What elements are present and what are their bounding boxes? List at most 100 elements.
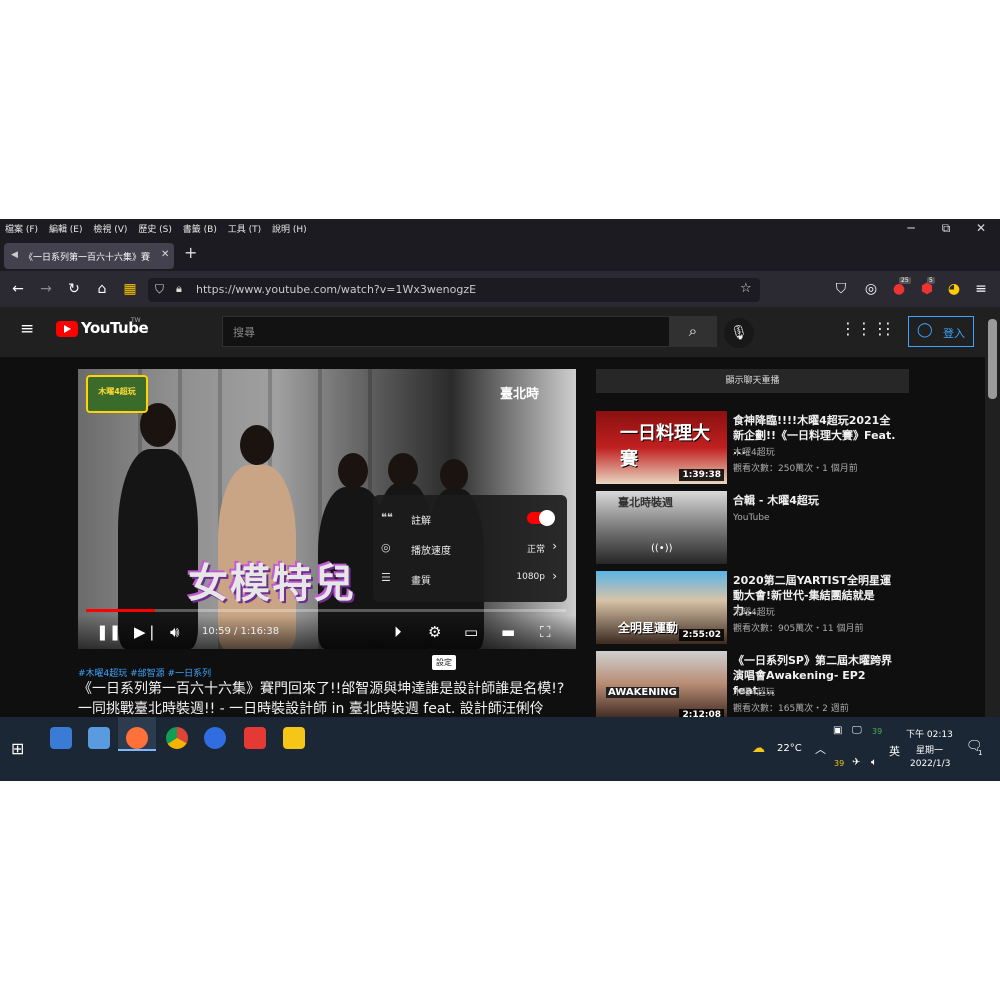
desktop-app-icon[interactable] bbox=[50, 727, 72, 749]
new-tab-button[interactable]: + bbox=[184, 243, 197, 262]
tray-expand-icon[interactable]: ︿ bbox=[815, 741, 826, 757]
menu-bookmarks[interactable]: 書籤 (B) bbox=[178, 219, 220, 235]
close-window-button[interactable]: ✕ bbox=[966, 221, 996, 235]
annotations-toggle[interactable] bbox=[527, 510, 555, 526]
tray-app-icon[interactable]: ▣ bbox=[833, 725, 842, 736]
menu-history[interactable]: 歷史 (S) bbox=[133, 219, 175, 235]
nav-bar: ← → ↻ ⌂ ▦ ⛉ 🔒︎ https://www.youtube.com/w… bbox=[0, 271, 1000, 307]
recommended-video[interactable]: 全明星運動 2:55:02 2020第二屆YARTIST全明星運動大會!新世代-… bbox=[596, 571, 916, 647]
windows-start-icon[interactable]: ⊞ bbox=[11, 739, 24, 758]
extensions-grid-icon[interactable]: ▦ bbox=[121, 281, 139, 297]
weather-temp[interactable]: 22°C bbox=[777, 743, 802, 754]
channel-name: 木曜4超玩 bbox=[733, 688, 775, 698]
search-input[interactable]: 搜尋 bbox=[222, 316, 670, 347]
menu-hamburger-icon[interactable]: ≡ bbox=[972, 281, 990, 297]
red-app-icon[interactable] bbox=[244, 727, 266, 749]
pause-icon[interactable]: ❚❚ bbox=[96, 623, 121, 641]
user-icon: ◯ bbox=[917, 322, 933, 338]
weather-icon[interactable]: ☁ bbox=[752, 741, 765, 756]
ime-indicator[interactable]: 英 bbox=[889, 743, 900, 759]
speaker-icon[interactable]: ◀ bbox=[11, 250, 18, 260]
settings-speed-row[interactable]: ◎ 播放速度 正常 › bbox=[373, 533, 567, 563]
model-head bbox=[338, 453, 368, 489]
mix-radio-icon: ((•)) bbox=[651, 543, 673, 554]
more-options-icon[interactable]: ⋮ bbox=[880, 319, 896, 338]
dictionary-app-icon[interactable] bbox=[204, 727, 226, 749]
voice-search-button[interactable]: 🎙︎ bbox=[724, 318, 754, 348]
next-icon[interactable]: ▶❘ bbox=[134, 623, 158, 641]
settings-quality-row[interactable]: ☰ 畫質 1080p › bbox=[373, 563, 567, 593]
progress-bar[interactable] bbox=[86, 609, 566, 612]
lock-icon[interactable]: 🔒︎ bbox=[176, 282, 182, 296]
recommended-video[interactable]: AWAKENING 2:12:08 《一日系列SP》第二屆木曜跨界演唱會Awak… bbox=[596, 651, 916, 727]
recommended-mix[interactable]: 臺北時裝週 ((•)) 合輯 - 木曜4超玩 YouTube bbox=[596, 491, 916, 567]
clock-date[interactable]: 2022/1/3 bbox=[910, 759, 950, 769]
guide-menu-icon[interactable]: ≡ bbox=[20, 319, 34, 339]
channel-name: YouTube bbox=[733, 513, 770, 523]
video-duration: 1:39:38 bbox=[679, 469, 724, 481]
tab-active[interactable]: ◀ 《一日系列第一百六十六集》賽 ✕ bbox=[4, 243, 174, 269]
clock-weekday[interactable]: 星期一 bbox=[916, 743, 943, 756]
clock-time[interactable]: 下午 02:13 bbox=[906, 727, 953, 740]
speed-label: 播放速度 bbox=[411, 546, 451, 557]
menu-help[interactable]: 說明 (H) bbox=[267, 219, 310, 235]
menu-edit[interactable]: 編輯 (E) bbox=[44, 219, 86, 235]
screen: 檔案 (F) 編輯 (E) 檢視 (V) 歷史 (S) 書籤 (B) 工具 (T… bbox=[0, 219, 1000, 781]
url-bar[interactable]: ⛉ 🔒︎ https://www.youtube.com/watch?v=1Wx… bbox=[148, 278, 760, 302]
firefox-icon[interactable] bbox=[126, 727, 148, 749]
speaker-volume-icon[interactable]: 🔈︎ bbox=[871, 757, 877, 768]
channel-name: 木曜4超玩 bbox=[733, 608, 775, 618]
bookmark-star-icon[interactable]: ☆ bbox=[740, 281, 752, 296]
reload-icon[interactable]: ↻ bbox=[65, 281, 83, 297]
model-head bbox=[388, 453, 418, 487]
chrome-icon[interactable] bbox=[166, 727, 188, 749]
minimize-button[interactable]: ─ bbox=[896, 221, 926, 235]
video-hashtags[interactable]: #木曜4超玩 #邰智源 #一日系列 bbox=[78, 666, 211, 679]
fullscreen-icon[interactable]: ⛶ bbox=[540, 623, 551, 641]
show-chat-replay-button[interactable]: 顯示聊天重播 bbox=[596, 369, 909, 393]
recommended-video[interactable]: 一日料理大賽 1:39:38 食神降臨!!!!木曜4超玩2021全新企劃!!《一… bbox=[596, 411, 916, 487]
computer-app-icon[interactable] bbox=[88, 727, 110, 749]
search-button[interactable]: ⌕ bbox=[669, 316, 717, 347]
windows-taskbar: ⊞ ☁ 22°C ︿ ▣ 🖵︎ 39 39 ✈ 🔈︎ 英 下午 02:13 星期… bbox=[0, 717, 1000, 781]
back-icon[interactable]: ← bbox=[9, 281, 27, 297]
menu-view[interactable]: 檢視 (V) bbox=[88, 219, 130, 235]
sign-in-button[interactable]: ◯ 登入 bbox=[908, 316, 974, 347]
volume-icon[interactable]: 🔊︎ bbox=[170, 623, 179, 641]
video-thumbnail[interactable]: 全明星運動 2:55:02 bbox=[596, 571, 727, 644]
model-head bbox=[240, 425, 274, 465]
adblock-icon[interactable]: ⬢ 5 bbox=[918, 277, 936, 297]
forward-icon[interactable]: → bbox=[37, 281, 55, 297]
home-icon[interactable]: ⌂ bbox=[93, 281, 111, 297]
extension-color-icon[interactable]: ◕ bbox=[945, 281, 963, 297]
scrollbar-thumb[interactable] bbox=[988, 319, 997, 399]
menu-file[interactable]: 檔案 (F) bbox=[0, 219, 41, 235]
brand-watermark: 臺北時 bbox=[500, 387, 540, 402]
miniplayer-icon[interactable]: ▭ bbox=[464, 623, 478, 641]
extension-eyes-icon[interactable]: ◎ bbox=[862, 281, 880, 297]
extension-red-icon[interactable]: ● 25 bbox=[890, 277, 911, 297]
menu-tools[interactable]: 工具 (T) bbox=[223, 219, 264, 235]
playback-speed-icon: ◎ bbox=[381, 541, 391, 554]
channel-name: 木曜4超玩 bbox=[733, 448, 775, 458]
url-text[interactable]: https://www.youtube.com/watch?v=1Wx3weno… bbox=[196, 283, 476, 296]
youtube-header: ≡ YouTube TW 搜尋 ⌕ 🎙︎ ⋮⋮⋮ ⋮ ◯ 登入 bbox=[0, 307, 985, 357]
quality-sliders-icon: ☰ bbox=[381, 571, 391, 584]
youtube-logo-icon[interactable] bbox=[56, 321, 78, 337]
notes-app-icon[interactable] bbox=[283, 727, 305, 749]
shield-icon[interactable]: ⛉ bbox=[155, 282, 164, 297]
pocket-icon[interactable]: ⛉ bbox=[832, 281, 850, 297]
restore-button[interactable]: ⧉ bbox=[931, 221, 961, 236]
video-thumbnail[interactable]: 一日料理大賽 1:39:38 bbox=[596, 411, 727, 484]
model-head bbox=[440, 459, 468, 491]
video-thumbnail[interactable]: AWAKENING 2:12:08 bbox=[596, 651, 727, 724]
theater-mode-icon[interactable]: ▬ bbox=[501, 623, 515, 641]
adblock-badge: 5 bbox=[927, 277, 935, 284]
video-thumbnail[interactable]: 臺北時裝週 ((•)) bbox=[596, 491, 727, 564]
settings-subtitles-row[interactable]: ❝❝ 註解 bbox=[373, 503, 567, 533]
network-icon[interactable]: 🖵︎ bbox=[852, 725, 862, 736]
airplane-icon[interactable]: ✈ bbox=[852, 757, 860, 768]
autoplay-toggle-icon[interactable]: ⏵ bbox=[394, 623, 402, 641]
tab-close-icon[interactable]: ✕ bbox=[161, 249, 169, 260]
settings-gear-icon[interactable]: ⚙ bbox=[428, 623, 441, 641]
